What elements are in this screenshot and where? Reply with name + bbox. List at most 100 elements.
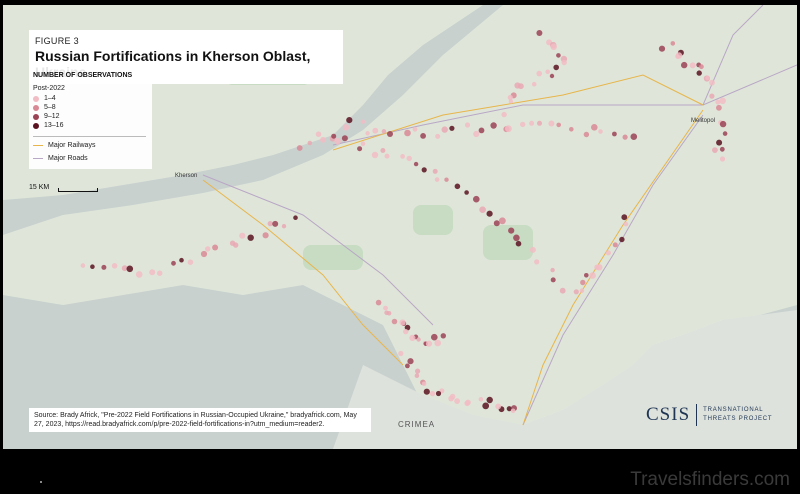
observation-hex: [473, 195, 480, 203]
observation-hex: [670, 41, 676, 46]
observation-hex: [598, 129, 603, 134]
legend-bin-4: 13–16: [33, 121, 146, 130]
observation-hex: [435, 390, 442, 397]
observation-hex: [709, 93, 715, 99]
observation-hex: [493, 220, 500, 227]
observation-hex: [272, 220, 279, 227]
legend-subheading: Post-2022: [33, 85, 65, 92]
observation-hex: [630, 133, 638, 140]
observation-hex: [415, 368, 421, 374]
observation-hex: [454, 398, 460, 404]
observation-hex: [501, 111, 507, 118]
observation-hex: [716, 104, 722, 111]
csis-logo: CSIS TRANSNATIONAL THREATS PROJECT: [646, 404, 772, 426]
observation-hex: [596, 264, 603, 271]
observation-hex: [200, 250, 208, 258]
observation-hex: [205, 246, 211, 252]
observation-hex: [719, 156, 726, 162]
legend-bin-1: 1–4: [33, 94, 146, 103]
observation-hex: [403, 328, 409, 335]
observation-hex: [529, 246, 536, 253]
observation-hex: [449, 393, 456, 400]
observation-hex: [342, 124, 350, 131]
observation-hex: [262, 232, 269, 239]
source-note: Source: Brady Africk, "Pre-2022 Field Fo…: [29, 408, 371, 432]
observation-hex: [534, 259, 540, 265]
observation-hex: [406, 155, 412, 162]
observation-hex: [346, 117, 353, 124]
observation-hex: [267, 221, 273, 227]
observation-hex: [375, 299, 382, 306]
observation-hex: [486, 396, 493, 404]
observation-hex: [371, 151, 379, 159]
observation-hex: [716, 139, 723, 146]
observation-hex: [550, 43, 557, 50]
observation-hex: [80, 263, 86, 268]
observation-hex: [381, 129, 387, 134]
observation-hex: [556, 122, 561, 128]
label-crimea: CRIMEA: [398, 420, 436, 429]
watermark: Travelsfinders.com: [630, 469, 790, 490]
observation-hex: [495, 403, 502, 410]
observation-hex: [520, 121, 526, 128]
observation-hex: [404, 129, 411, 137]
observation-hex: [584, 273, 589, 278]
observation-hex: [722, 131, 728, 136]
legend-railways: Major Railways: [33, 141, 146, 150]
observation-hex: [589, 272, 596, 279]
observation-hex: [441, 126, 448, 133]
observation-hex: [126, 265, 134, 273]
label-melitopol: Melitopol: [691, 118, 716, 124]
observation-hex: [612, 131, 617, 137]
observation-hex: [464, 122, 471, 128]
observation-hex: [384, 153, 390, 159]
observation-hex: [548, 120, 555, 127]
observation-hex: [386, 311, 392, 316]
observation-hex: [490, 122, 497, 129]
observation-hex: [281, 224, 287, 229]
observation-hex: [334, 138, 341, 145]
observation-hex: [508, 227, 515, 234]
observation-hex: [149, 269, 156, 276]
label-kherson: Kherson: [175, 173, 198, 179]
observation-hex: [499, 217, 506, 225]
observation-hex: [482, 402, 490, 410]
observation-hex: [605, 250, 612, 256]
observation-hex: [549, 73, 555, 79]
observation-hex: [212, 244, 219, 251]
observation-hex: [505, 125, 512, 133]
observation-hex: [187, 259, 194, 265]
observation-hex: [372, 127, 379, 134]
observation-hex: [579, 288, 585, 294]
observation-hex: [157, 270, 163, 276]
observation-hex: [425, 340, 433, 347]
observation-hex: [391, 318, 398, 325]
observation-hex: [465, 399, 471, 406]
observation-hex: [622, 134, 628, 140]
observation-hex: [580, 279, 586, 286]
observation-hex: [331, 133, 337, 139]
observation-hex: [399, 319, 406, 326]
observation-hex: [553, 64, 559, 71]
observation-hex: [681, 61, 688, 69]
observation-hex: [719, 97, 726, 105]
observation-hex: [515, 240, 522, 247]
observation-hex: [239, 232, 246, 239]
observation-hex: [529, 120, 535, 126]
observation-hex: [407, 358, 414, 365]
observation-hex: [423, 388, 430, 395]
observation-hex: [689, 62, 696, 69]
observation-hex: [412, 126, 418, 132]
observation-hex: [171, 260, 176, 266]
observation-hex: [293, 215, 298, 220]
observation-hex: [296, 145, 303, 151]
logo-name: CSIS: [646, 404, 691, 425]
observation-hex: [432, 168, 438, 174]
observation-hex: [513, 234, 520, 242]
observation-hex: [431, 333, 438, 341]
observation-hex: [712, 147, 718, 154]
legend-bin-3: 9–12: [33, 112, 146, 121]
legend-roads: Major Roads: [33, 154, 146, 163]
scale-label: 15 KM: [29, 184, 50, 191]
observation-hex: [464, 190, 469, 195]
